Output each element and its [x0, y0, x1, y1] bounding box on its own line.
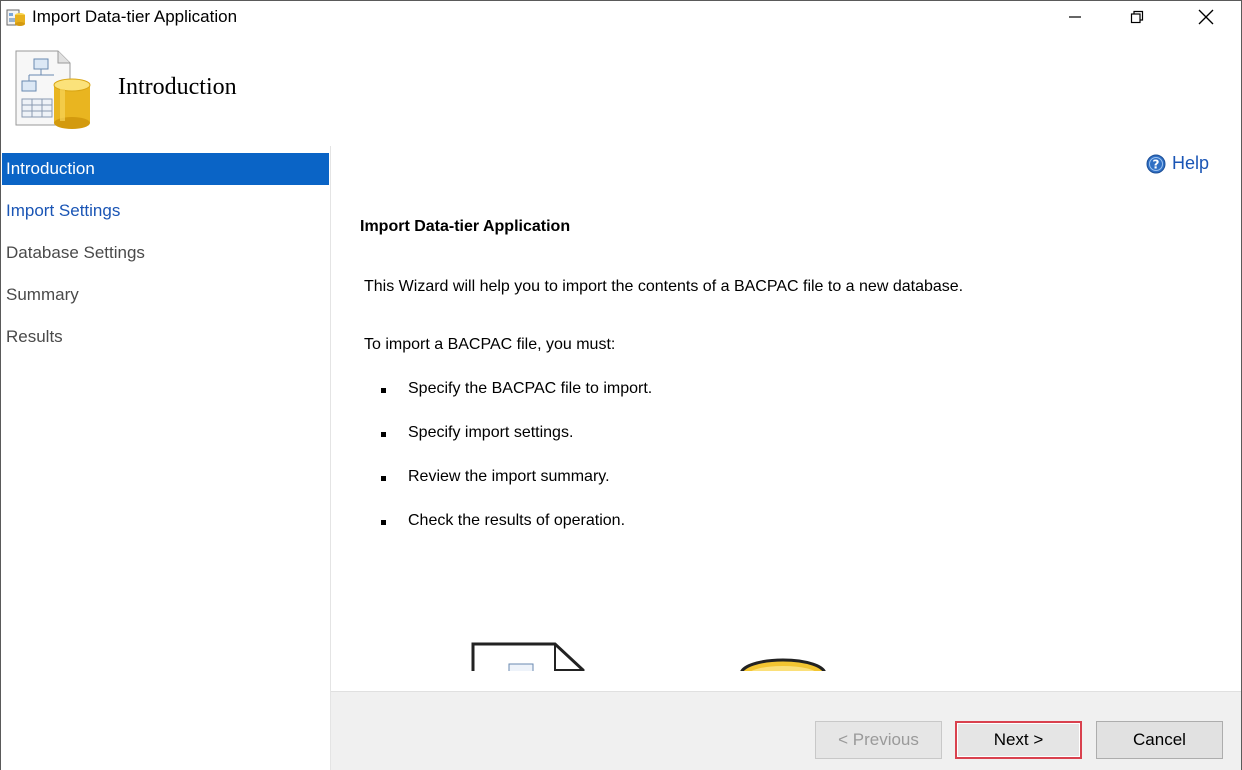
wizard-content: ? Help Import Data-tier Application This…	[331, 146, 1241, 691]
list-item: Check the results of operation.	[381, 512, 652, 556]
intro-text: This Wizard will help you to import the …	[364, 278, 964, 295]
list-item: Specify import settings.	[381, 424, 652, 468]
close-button[interactable]	[1183, 1, 1229, 33]
restore-icon	[1130, 10, 1144, 24]
wizard-window: Import Data-tier Application Introductio…	[0, 0, 1242, 770]
next-button[interactable]: Next >	[955, 721, 1082, 759]
nav-item-introduction[interactable]: Introduction	[2, 153, 329, 185]
minimize-button[interactable]	[1052, 1, 1098, 33]
app-icon	[5, 6, 27, 28]
page-title: Introduction	[118, 74, 237, 100]
restore-button[interactable]	[1114, 1, 1160, 33]
help-link[interactable]: ? Help	[1146, 153, 1209, 174]
database-wizard-icon	[14, 47, 94, 129]
nav-item-database-settings: Database Settings	[6, 243, 145, 262]
close-icon	[1198, 9, 1214, 25]
nav-item-import-settings[interactable]: Import Settings	[2, 195, 329, 227]
wizard-illustration	[471, 636, 831, 671]
nav-item-summary: Summary	[6, 285, 79, 304]
window-title: Import Data-tier Application	[32, 7, 238, 26]
nav-item-results: Results	[6, 327, 63, 346]
previous-button[interactable]: < Previous	[815, 721, 942, 759]
list-item: Specify the BACPAC file to import.	[381, 380, 652, 424]
cancel-button[interactable]: Cancel	[1096, 721, 1223, 759]
help-icon: ?	[1146, 154, 1166, 173]
list-item: Review the import summary.	[381, 468, 652, 512]
minimize-icon	[1069, 16, 1081, 18]
help-label: Help	[1172, 153, 1210, 173]
wizard-nav: Introduction Import Settings Database Se…	[1, 146, 331, 770]
wizard-header: Introduction	[1, 33, 1241, 146]
wizard-footer: < Previous Next > Cancel	[331, 691, 1241, 770]
section-title: Import Data-tier Application	[360, 218, 571, 235]
svg-text:?: ?	[1153, 157, 1160, 171]
steps-list: Specify the BACPAC file to import. Speci…	[381, 380, 652, 556]
requirements-text: To import a BACPAC file, you must:	[364, 336, 616, 353]
title-bar: Import Data-tier Application	[1, 1, 1241, 33]
